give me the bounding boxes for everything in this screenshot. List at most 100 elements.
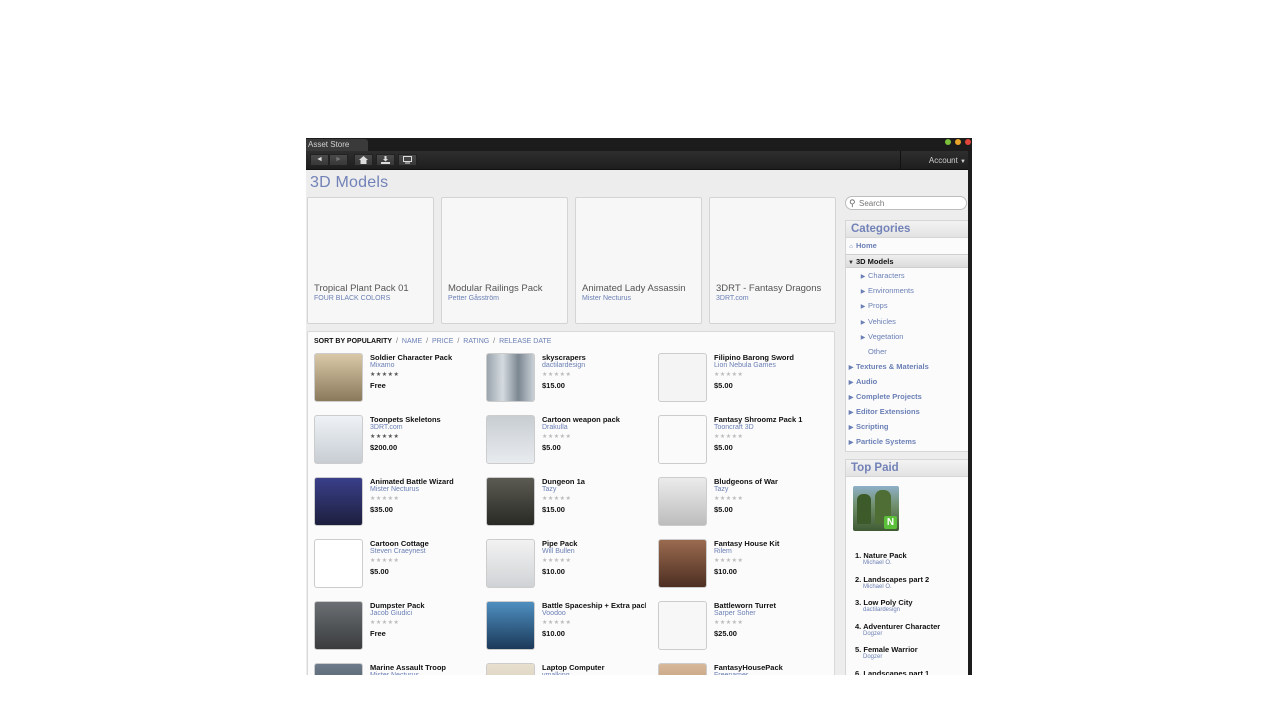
asset-thumbnail[interactable] [314,663,363,675]
asset-item[interactable]: Laptop Computervmalking [486,663,656,675]
top-paid-title[interactable]: 2. Landscapes part 2 [855,575,965,584]
top-paid-title[interactable]: 6. Landscapes part 1 [855,669,965,675]
asset-author[interactable]: Sarper Soher [714,610,756,617]
asset-item[interactable]: Dumpster Pack Jacob Giudici ★★★★★ Free [314,601,484,657]
library-button[interactable] [398,154,417,166]
category-scripting[interactable]: ▶ Scripting [846,420,969,434]
asset-author[interactable]: dactilardesign [542,362,585,369]
category-vegetation[interactable]: ▶ Vegetation [846,330,969,344]
category-particle-systems[interactable]: ▶ Particle Systems [846,435,969,449]
asset-name[interactable]: Laptop Computer [542,663,646,672]
top-paid-author[interactable]: Michael O. [855,584,965,590]
asset-author[interactable]: Freenamer [714,672,748,675]
top-paid-title[interactable]: 4. Adventurer Character [855,622,965,631]
asset-thumbnail[interactable] [314,539,363,588]
asset-thumbnail[interactable] [314,415,363,464]
sort-price[interactable]: PRICE [432,338,453,345]
category-other[interactable]: Other [846,345,969,359]
asset-item[interactable]: Soldier Character Pack Mixamo ★★★★★ Free [314,353,484,409]
asset-thumbnail[interactable] [658,539,707,588]
asset-name[interactable]: Fantasy Shroomz Pack 1 [714,415,818,424]
asset-item[interactable]: Dungeon 1a Tazy ★★★★★ $15.00 [486,477,656,533]
top-paid-author[interactable]: Dogzer [855,654,965,660]
home-button[interactable] [354,154,373,166]
top-paid-item[interactable]: 2. Landscapes part 2 Michael O. [855,575,965,590]
asset-item[interactable]: Filipino Barong Sword Lion Nebula Games ★★… [658,353,828,409]
asset-author[interactable]: Lion Nebula Games [714,362,776,369]
asset-name[interactable]: Bludgeons of War [714,477,818,486]
asset-item[interactable]: Cartoon weapon pack Drakulla ★★★★★ $5.00 [486,415,656,471]
sort-popularity[interactable]: SORT BY POPULARITY [314,338,392,345]
asset-name[interactable]: Toonpets Skeletons [370,415,474,424]
asset-name[interactable]: Dumpster Pack [370,601,474,610]
asset-thumbnail[interactable] [486,353,535,402]
category-characters[interactable]: ▶ Characters [846,269,969,283]
window-zoom-icon[interactable] [955,139,961,145]
asset-thumbnail[interactable] [314,601,363,650]
asset-author[interactable]: Mixamo [370,362,395,369]
back-button[interactable]: ◄ [310,154,329,166]
asset-item[interactable]: Cartoon Cottage Steven Craeynest ★★★★★ $5.0… [314,539,484,595]
top-paid-title[interactable]: 5. Female Warrior [855,645,965,654]
category-textures-materials[interactable]: ▶ Textures & Materials [846,360,969,374]
featured-card[interactable]: Modular Railings Pack Petter Gåsström [441,197,568,324]
asset-item[interactable]: Battle Spaceship + Extra pack Voodoo ★★★★★… [486,601,656,657]
tab-asset-store[interactable]: Asset Store [306,139,368,151]
asset-author[interactable]: Jacob Giudici [370,610,412,617]
account-menu[interactable]: Account ▼ [900,151,972,170]
category-environments[interactable]: ▶ Environments [846,284,969,298]
asset-author[interactable]: Rilem [714,548,732,555]
asset-name[interactable]: Marine Assault Troop [370,663,474,672]
window-close-icon[interactable] [965,139,971,145]
top-paid-thumbnail[interactable]: N [853,486,899,531]
asset-name[interactable]: Battle Spaceship + Extra pack [542,601,646,610]
asset-name[interactable]: Pipe Pack [542,539,646,548]
top-paid-item[interactable]: 1. Nature Pack Michael O. [855,551,965,566]
top-paid-title[interactable]: 3. Low Poly City [855,598,965,607]
asset-thumbnail[interactable] [486,539,535,588]
category-editor-extensions[interactable]: ▶ Editor Extensions [846,405,969,419]
asset-author[interactable]: Voodoo [542,610,566,617]
asset-author[interactable]: Tazy [542,486,556,493]
asset-author[interactable]: Steven Craeynest [370,548,426,555]
asset-author[interactable]: 3DRT.com [370,424,403,431]
asset-author[interactable]: Will Bullen [542,548,575,555]
top-paid-author[interactable]: dactilardesign [855,607,965,613]
asset-item[interactable]: Toonpets Skeletons 3DRT.com ★★★★★ $200.00 [314,415,484,471]
top-paid-author[interactable]: Michael O. [855,560,965,566]
category-complete-projects[interactable]: ▶ Complete Projects [846,390,969,404]
asset-thumbnail[interactable] [658,601,707,650]
asset-thumbnail[interactable] [658,415,707,464]
category-audio[interactable]: ▶ Audio [846,375,969,389]
window-minimize-icon[interactable] [945,139,951,145]
search-input[interactable] [859,198,963,209]
search-box[interactable]: ⚲ [845,196,967,210]
asset-name[interactable]: skyscrapers [542,353,646,362]
asset-name[interactable]: Animated Battle Wizard [370,477,474,486]
asset-thumbnail[interactable] [486,601,535,650]
asset-item[interactable]: Fantasy House Kit Rilem ★★★★★ $10.00 [658,539,828,595]
asset-item[interactable]: Fantasy Shroomz Pack 1 Tooncraft 3D ★★★★★ $… [658,415,828,471]
top-paid-author[interactable]: Dogzer [855,631,965,637]
asset-author[interactable]: Drakulla [542,424,568,431]
sort-release-date[interactable]: RELEASE DATE [499,338,551,345]
asset-name[interactable]: FantasyHousePack [714,663,818,672]
featured-card[interactable]: 3DRT - Fantasy Dragons 3DRT.com [709,197,836,324]
asset-item[interactable]: FantasyHousePackFreenamer [658,663,828,675]
category-3d-models[interactable]: ▼ 3D Models [846,254,969,269]
asset-thumbnail[interactable] [658,477,707,526]
top-paid-item[interactable]: 3. Low Poly City dactilardesign [855,598,965,613]
asset-item[interactable]: Pipe Pack Will Bullen ★★★★★ $10.00 [486,539,656,595]
asset-thumbnail[interactable] [486,415,535,464]
asset-name[interactable]: Cartoon weapon pack [542,415,646,424]
featured-card[interactable]: Tropical Plant Pack 01 FOUR BLACK COLORS [307,197,434,324]
asset-item[interactable]: skyscrapers dactilardesign ★★★★★ $15.00 [486,353,656,409]
category-props[interactable]: ▶ Props [846,299,969,313]
asset-item[interactable]: Battleworn Turret Sarper Soher ★★★★★ $25.00 [658,601,828,657]
forward-button[interactable]: ► [329,154,348,166]
top-paid-item[interactable]: 6. Landscapes part 1Michael O. [855,669,965,675]
asset-thumbnail[interactable] [658,353,707,402]
sort-rating[interactable]: RATING [463,338,489,345]
asset-thumbnail[interactable] [486,477,535,526]
category-home[interactable]: ⌂ Home [846,239,969,253]
